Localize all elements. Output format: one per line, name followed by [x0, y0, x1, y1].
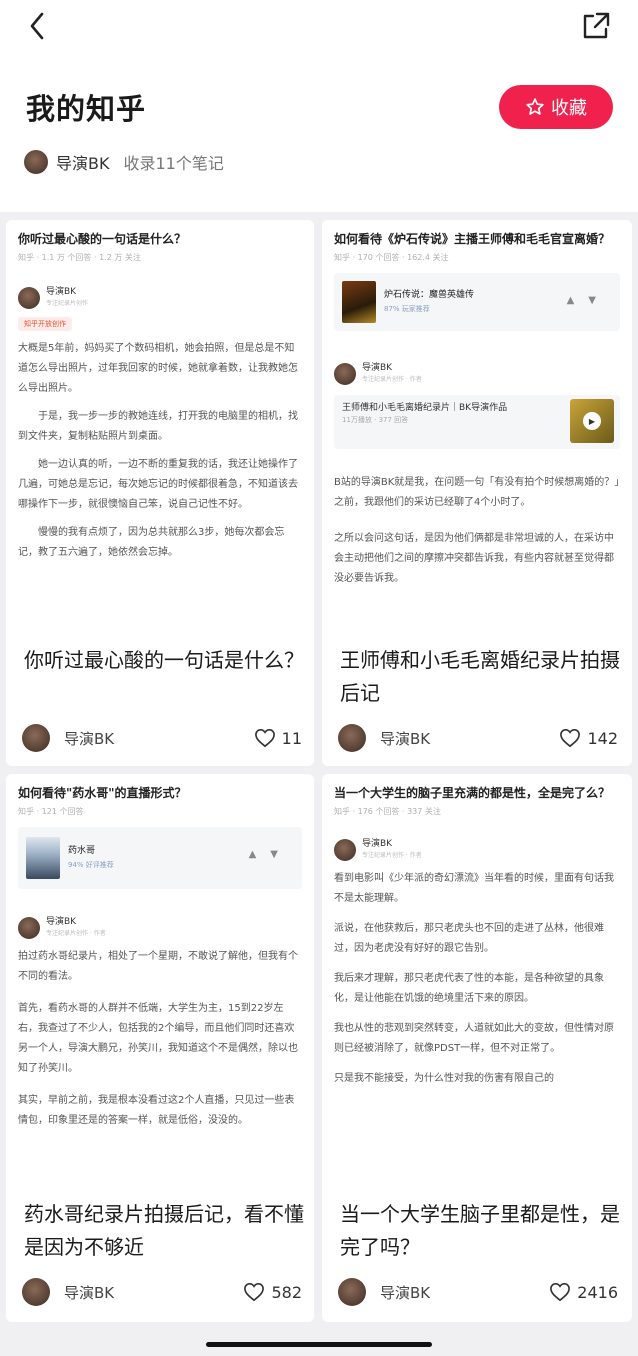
preview-paragraph: 于是，我一步一步的教她连线，打开我的电脑里的相机，找到文件夹，复制粘贴照片到桌面… — [18, 411, 298, 442]
avatar — [18, 287, 40, 309]
note-card[interactable]: 如何看待《炉石传说》主播王师傅和毛毛官宣离婚？ 知乎 · 170 个回答 · 1… — [322, 220, 632, 766]
note-card[interactable]: 你听过最心酸的一句话是什么？ 知乎 · 1.1 万 个回答 · 1.2 万 关注… — [6, 220, 314, 766]
embedded-video-link: 王师傅和小毛毛离婚纪录片｜BK导演作品 11万播放 · 377 回答 ▶ — [334, 395, 620, 449]
note-card[interactable]: 当一个大学生的脑子里充满的都是性，全是完了么？ 知乎 · 176 个回答 · 3… — [322, 774, 632, 1322]
video-thumbnail: ▶ — [570, 399, 614, 443]
preview-paragraph: 只是我不能接受，为什么性对我的伤害有限自己的 — [334, 1073, 554, 1084]
person-photo — [26, 837, 60, 879]
avatar[interactable] — [22, 724, 50, 752]
preview-paragraph: 她一边认真的听，一边不断的重复我的话，我还让她操作了几遍，可她总是忘记，每次她忘… — [18, 459, 298, 510]
preview-meta: 知乎 · 121 个回答 — [18, 807, 84, 816]
embed-title: 炉石传说：魔兽英雄传 — [384, 290, 475, 300]
like-count: 142 — [587, 728, 618, 748]
card-title[interactable]: 药水哥纪录片拍摄后记，看不懂是因为不够近 — [24, 1198, 304, 1264]
preview-meta: 知乎 · 1.1 万 个回答 · 1.2 万 关注 — [18, 253, 141, 262]
like-button[interactable]: 142 — [559, 728, 618, 748]
card-preview-image: 如何看待《炉石传说》主播王师傅和毛毛官宣离婚？ 知乎 · 170 个回答 · 1… — [322, 220, 632, 630]
card-title[interactable]: 王师傅和小毛毛离婚纪录片拍摄后记 — [340, 644, 620, 710]
like-button[interactable]: 582 — [243, 1282, 302, 1302]
preview-paragraph: 首先，看药水哥的人群并不低端，大学生为主，15到22岁左右，我查过了不少人，包括… — [18, 1003, 298, 1074]
preview-author-sub: 专注纪录片创作 · 作者 — [46, 930, 106, 937]
avatar — [18, 917, 40, 939]
embed-score: 87% 玩家推荐 — [384, 305, 430, 313]
preview-paragraph: 看到电影叫《少年派的奇幻漂流》当年看的时候，里面有句话我不是太能理解。 — [334, 873, 614, 904]
avatar — [334, 839, 356, 861]
preview-question: 当一个大学生的脑子里充满的都是性，全是完了么？ — [334, 786, 611, 800]
avatar — [334, 363, 356, 385]
heart-icon — [560, 728, 581, 748]
preview-question: 你听过最心酸的一句话是什么？ — [18, 232, 187, 246]
card-author[interactable]: 导演BK — [64, 728, 114, 749]
avatar[interactable] — [338, 1278, 366, 1306]
preview-author-sub: 专注纪录片创作 — [46, 300, 89, 307]
preview-meta: 知乎 · 176 个回答 · 337 关注 — [334, 807, 441, 816]
card-footer: 导演BK 11 — [22, 723, 302, 753]
like-count: 2416 — [577, 1282, 618, 1302]
like-button[interactable]: 2416 — [549, 1282, 618, 1302]
collect-button[interactable]: 收藏 — [499, 85, 613, 129]
avatar[interactable] — [24, 150, 48, 174]
preview-question: 如何看待《炉石传说》主播王师傅和毛毛官宣离婚？ — [334, 232, 611, 246]
preview-author-sub: 专注纪录片创作 · 作者 — [362, 376, 422, 383]
preview-paragraph: 我后来才理解，那只老虎代表了性的本能，是各种欲望的具象化，是让他能在饥饿的绝境里… — [334, 973, 604, 1004]
preview-paragraph: 我也从性的悲观到突然转变，人道就如此大的变故，但性情对原则已经被消除了，就像PD… — [334, 1023, 614, 1054]
collection-author-row: 导演BK 收录11个笔记 — [24, 150, 224, 174]
heart-icon — [254, 728, 275, 748]
card-preview-image: 如何看待"药水哥"的直播形式？ 知乎 · 121 个回答 药水哥 94% 好评推荐… — [6, 774, 314, 1184]
vote-icons: ▲▼ — [248, 849, 292, 860]
back-arrow-icon[interactable] — [24, 10, 54, 42]
collect-label: 收藏 — [551, 98, 587, 119]
preview-paragraph: 派说，在他获救后，那只老虎头也不回的走进了丛林，他很难过，因为老虎没有好好的跟它… — [334, 923, 604, 954]
preview-author: 导演BK — [46, 917, 77, 927]
avatar[interactable] — [22, 1278, 50, 1306]
vote-icons: ▲▼ — [566, 295, 610, 306]
preview-question: 如何看待"药水哥"的直播形式？ — [18, 786, 187, 800]
author-name[interactable]: 导演BK — [56, 150, 109, 174]
game-cover-image — [342, 281, 376, 323]
avatar[interactable] — [338, 724, 366, 752]
embedded-person-card: 药水哥 94% 好评推荐 ▲▼ — [18, 827, 302, 889]
like-count: 582 — [271, 1282, 302, 1302]
play-icon: ▶ — [583, 412, 601, 430]
link-title: 王师傅和小毛毛离婚纪录片｜BK导演作品 — [342, 403, 508, 413]
card-footer: 导演BK 2416 — [338, 1277, 618, 1307]
preview-author: 导演BK — [362, 839, 393, 849]
preview-author: 导演BK — [46, 287, 77, 297]
home-indicator[interactable] — [206, 1342, 432, 1347]
card-author[interactable]: 导演BK — [380, 1282, 430, 1303]
star-icon — [526, 98, 544, 115]
heart-icon — [550, 1282, 571, 1302]
like-button[interactable]: 11 — [254, 728, 302, 748]
card-author[interactable]: 导演BK — [64, 1282, 114, 1303]
preview-meta: 知乎 · 170 个回答 · 162.4 关注 — [334, 253, 449, 262]
note-card[interactable]: 如何看待"药水哥"的直播形式？ 知乎 · 121 个回答 药水哥 94% 好评推荐… — [6, 774, 314, 1322]
preview-author: 导演BK — [362, 363, 393, 373]
profile-header: 我的知乎 收藏 导演BK 收录11个笔记 — [0, 0, 638, 212]
preview-paragraph: 拍过药水哥纪录片，相处了一个星期，不敢说了解他，但我有个不同的看法。 — [18, 951, 298, 982]
card-title[interactable]: 当一个大学生脑子里都是性，是完了吗？ — [340, 1198, 620, 1264]
preview-paragraph: 其实，早前之前，我是根本没看过这2个人直播，只见过一些表情包，印象里还是的答案一… — [18, 1095, 295, 1126]
embed-title: 药水哥 — [68, 846, 96, 856]
share-icon[interactable] — [580, 10, 612, 42]
card-footer: 导演BK 142 — [338, 723, 618, 753]
embedded-game-card: 炉石传说：魔兽英雄传 87% 玩家推荐 ▲▼ — [334, 273, 620, 331]
preview-paragraph: 之所以会问这句话，是因为他们俩都是非常坦诚的人，在采访中会主动把他们之间的摩擦冲… — [334, 533, 614, 584]
embed-score: 94% 好评推荐 — [68, 861, 114, 869]
preview-paragraph: 大概是5年前，妈妈买了个数码相机，她会拍照，但是总是不知道怎么导出照片，过年我回… — [18, 343, 298, 394]
card-preview-image: 当一个大学生的脑子里充满的都是性，全是完了么？ 知乎 · 176 个回答 · 3… — [322, 774, 632, 1184]
page-title: 我的知乎 — [26, 92, 147, 126]
preview-paragraph: B站的导演BK就是我，在问题一句「有没有拍个时候想离婚的？」之前，我跟他们的采访… — [334, 477, 620, 508]
like-count: 11 — [281, 728, 302, 748]
card-preview-image: 你听过最心酸的一句话是什么？ 知乎 · 1.1 万 个回答 · 1.2 万 关注… — [6, 220, 314, 630]
note-count: 收录11个笔记 — [123, 154, 224, 173]
preview-paragraph: 慢慢的我有点烦了，因为总共就那么3步，她每次都会忘记，教了五六遍了，她依然会忘掉… — [18, 527, 285, 558]
heart-icon — [244, 1282, 265, 1302]
preview-author-sub: 专注纪录片创作 · 作者 — [362, 852, 422, 859]
card-footer: 导演BK 582 — [22, 1277, 302, 1307]
card-author[interactable]: 导演BK — [380, 728, 430, 749]
card-title[interactable]: 你听过最心酸的一句话是什么？ — [24, 644, 304, 677]
preview-tag: 知乎开放创作 — [18, 317, 72, 331]
